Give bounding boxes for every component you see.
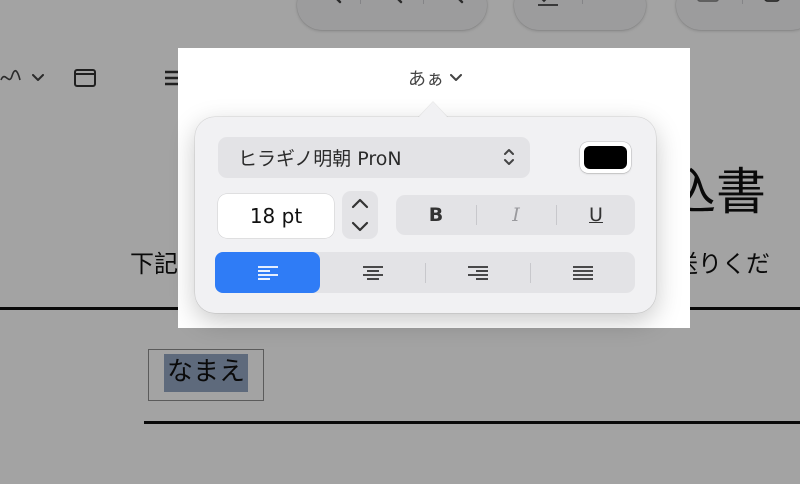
alignment-segmented-control xyxy=(215,252,635,293)
text-color-well[interactable] xyxy=(580,142,631,173)
font-family-value: ヒラギノ明朝 ProN xyxy=(238,148,402,170)
segment-separator xyxy=(476,205,477,225)
dim-overlay-top xyxy=(0,0,800,48)
font-family-select[interactable]: ヒラギノ明朝 ProN xyxy=(218,137,530,178)
font-size-field[interactable]: 18 pt xyxy=(218,194,334,238)
chevron-updown-icon xyxy=(504,149,514,165)
italic-button[interactable]: I xyxy=(486,195,546,235)
text-color-swatch xyxy=(584,146,627,169)
chevron-down-icon xyxy=(450,74,462,81)
segment-separator xyxy=(556,205,557,225)
font-size-stepper xyxy=(342,191,378,239)
align-justify-button[interactable] xyxy=(530,252,635,293)
underline-button[interactable]: U xyxy=(566,195,626,235)
align-justify-icon xyxy=(572,265,593,280)
font-size-increase-icon[interactable] xyxy=(342,191,378,215)
popover-arrow xyxy=(418,102,448,118)
text-style-segmented-control: B I U xyxy=(396,195,635,235)
text-style-button[interactable]: あぁ xyxy=(406,62,464,94)
align-left-button[interactable] xyxy=(215,252,320,293)
align-center-button[interactable] xyxy=(320,252,425,293)
dim-overlay-bottom xyxy=(0,328,800,484)
align-right-icon xyxy=(467,265,488,280)
font-size-decrease-icon[interactable] xyxy=(342,215,378,239)
dim-overlay-right xyxy=(690,48,800,328)
align-right-button[interactable] xyxy=(425,252,530,293)
align-left-icon xyxy=(257,265,278,280)
bold-button[interactable]: B xyxy=(406,195,466,235)
text-style-label: あぁ xyxy=(408,69,444,90)
align-center-icon xyxy=(362,265,383,280)
dim-overlay-left xyxy=(0,48,178,328)
